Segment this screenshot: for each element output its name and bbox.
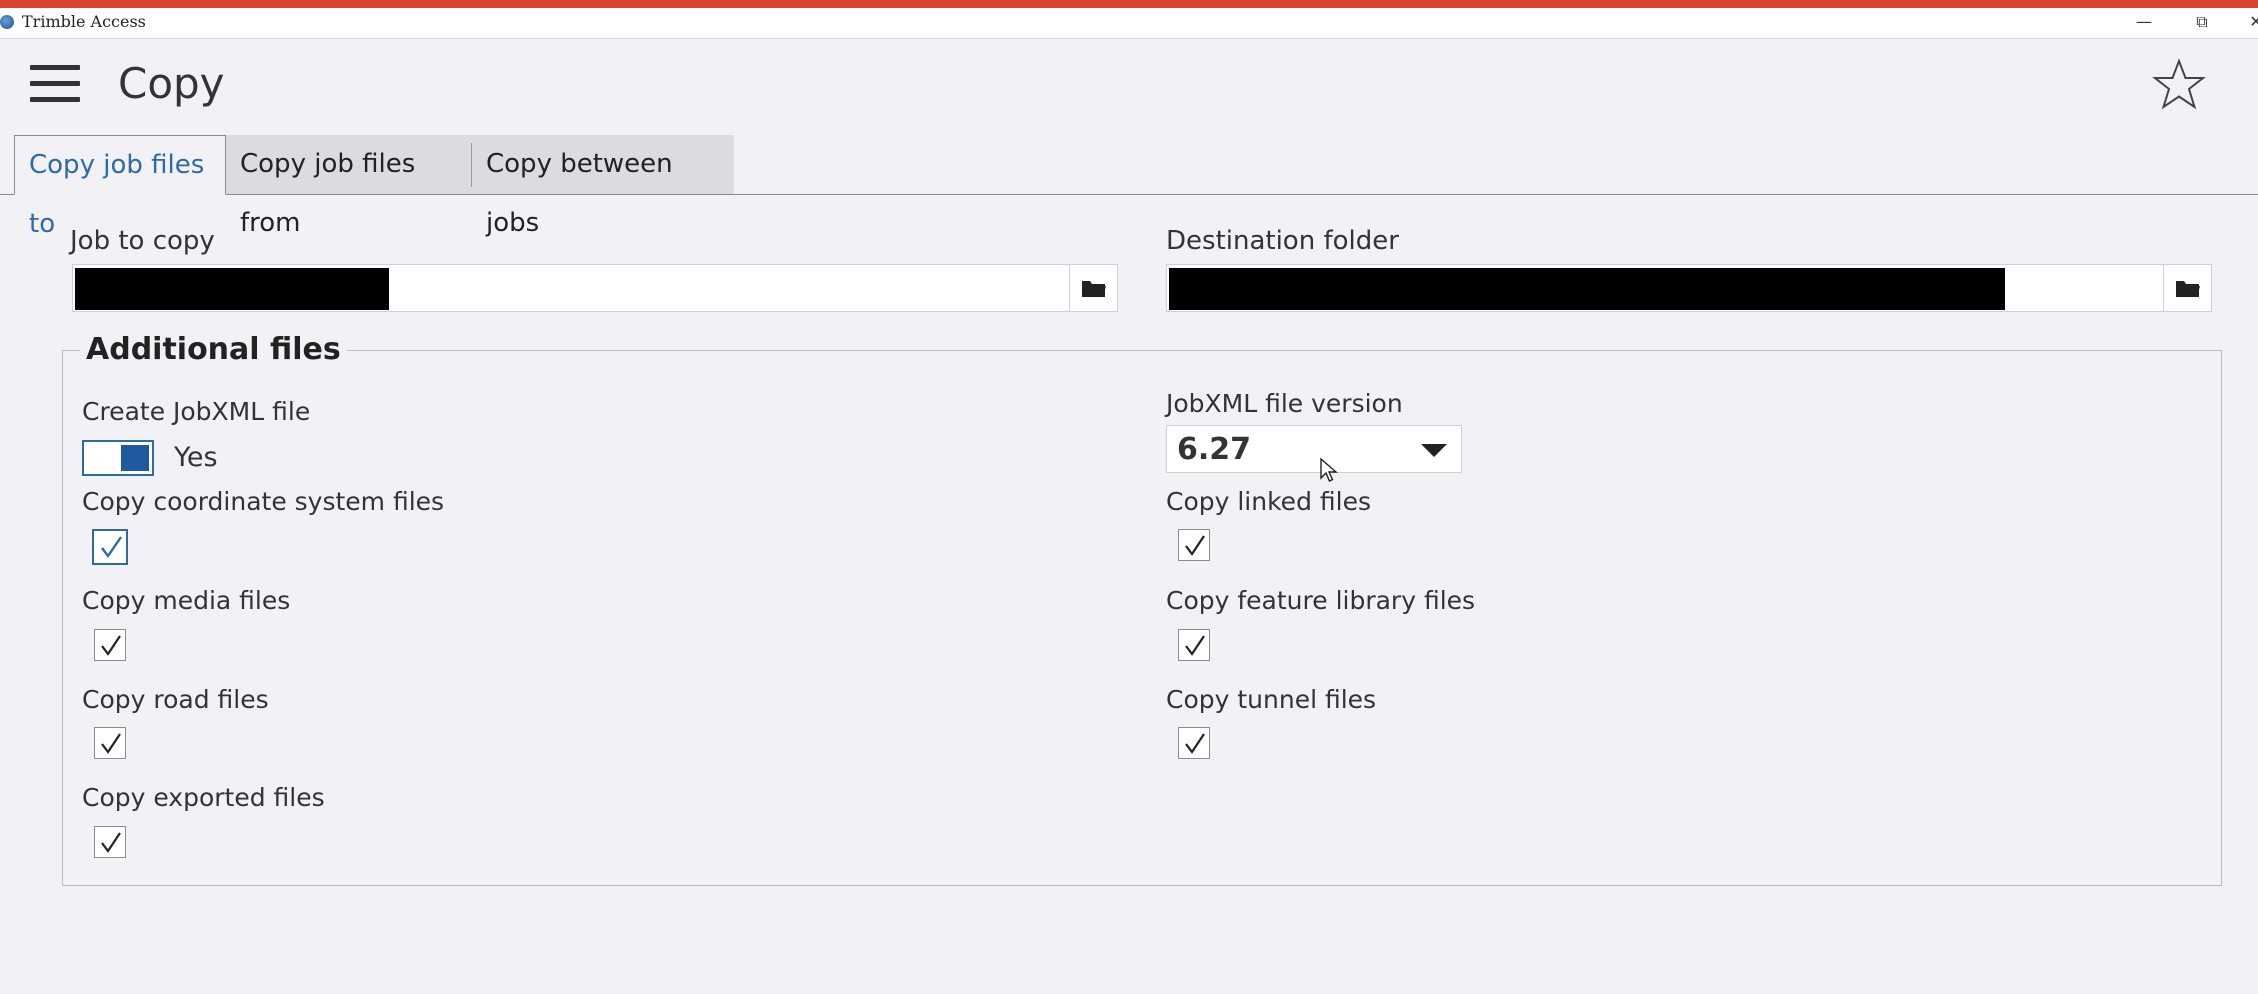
tab-copy-job-files-from[interactable]: Copy job files from	[226, 135, 472, 238]
copy-linked-files-label: Copy linked files	[1166, 487, 1371, 516]
chevron-down-icon	[1421, 444, 1447, 457]
window-title: Trimble Access	[22, 12, 146, 31]
copy-coordinate-system-label: Copy coordinate system files	[82, 487, 445, 516]
close-button[interactable]: ✕	[2236, 10, 2258, 34]
copy-media-files-checkbox[interactable]	[94, 629, 126, 661]
page-header: Copy	[0, 39, 2258, 135]
destination-folder-field[interactable]	[1166, 264, 2212, 312]
trimble-globe-icon	[0, 15, 14, 29]
job-to-copy-label: Job to copy	[70, 226, 215, 256]
copy-linked-files-checkbox[interactable]	[1178, 529, 1210, 561]
window-accent-bar	[0, 0, 2258, 8]
copy-media-files-label: Copy media files	[82, 586, 291, 615]
copy-exported-files-label: Copy exported files	[82, 783, 325, 812]
page-title: Copy	[118, 59, 225, 108]
destination-folder-label: Destination folder	[1166, 226, 1399, 256]
jobxml-version-label: JobXML file version	[1166, 389, 1403, 418]
copy-exported-files-checkbox[interactable]	[94, 826, 126, 858]
create-jobxml-value: Yes	[174, 442, 218, 473]
copy-tunnel-files-checkbox[interactable]	[1178, 727, 1210, 759]
job-browse-folder-icon[interactable]	[1069, 265, 1118, 311]
copy-tunnel-files-label: Copy tunnel files	[1166, 685, 1377, 714]
additional-files-title: Additional files	[80, 332, 347, 367]
job-to-copy-field[interactable]	[72, 264, 1118, 312]
redacted-value	[1169, 268, 2005, 310]
tab-copy-between-jobs[interactable]: Copy between jobs	[472, 135, 734, 238]
copy-feature-library-checkbox[interactable]	[1178, 629, 1210, 661]
favorite-star-icon[interactable]	[2150, 57, 2208, 115]
copy-road-files-checkbox[interactable]	[94, 727, 126, 759]
minimize-button[interactable]: —	[2124, 10, 2164, 34]
window-titlebar: Trimble Access — ⧉ ✕	[0, 8, 2258, 39]
copy-feature-library-label: Copy feature library files	[1166, 586, 1476, 615]
create-jobxml-label: Create JobXML file	[82, 397, 311, 426]
create-jobxml-toggle[interactable]	[82, 440, 154, 476]
redacted-value	[75, 268, 389, 310]
toggle-knob	[121, 445, 149, 471]
tab-copy-job-files-to[interactable]: Copy job files to	[14, 135, 226, 239]
mouse-cursor-icon	[1320, 457, 1338, 488]
destination-browse-folder-icon[interactable]	[2163, 265, 2212, 311]
copy-coordinate-system-checkbox[interactable]	[92, 529, 128, 565]
tabs-divider	[0, 194, 2258, 195]
restore-button[interactable]: ⧉	[2182, 10, 2222, 34]
copy-road-files-label: Copy road files	[82, 685, 269, 714]
jobxml-version-dropdown[interactable]: 6.27	[1166, 425, 1462, 473]
additional-files-group	[62, 350, 2222, 886]
hamburger-menu-icon[interactable]	[30, 65, 80, 103]
jobxml-version-value: 6.27	[1177, 432, 1252, 467]
